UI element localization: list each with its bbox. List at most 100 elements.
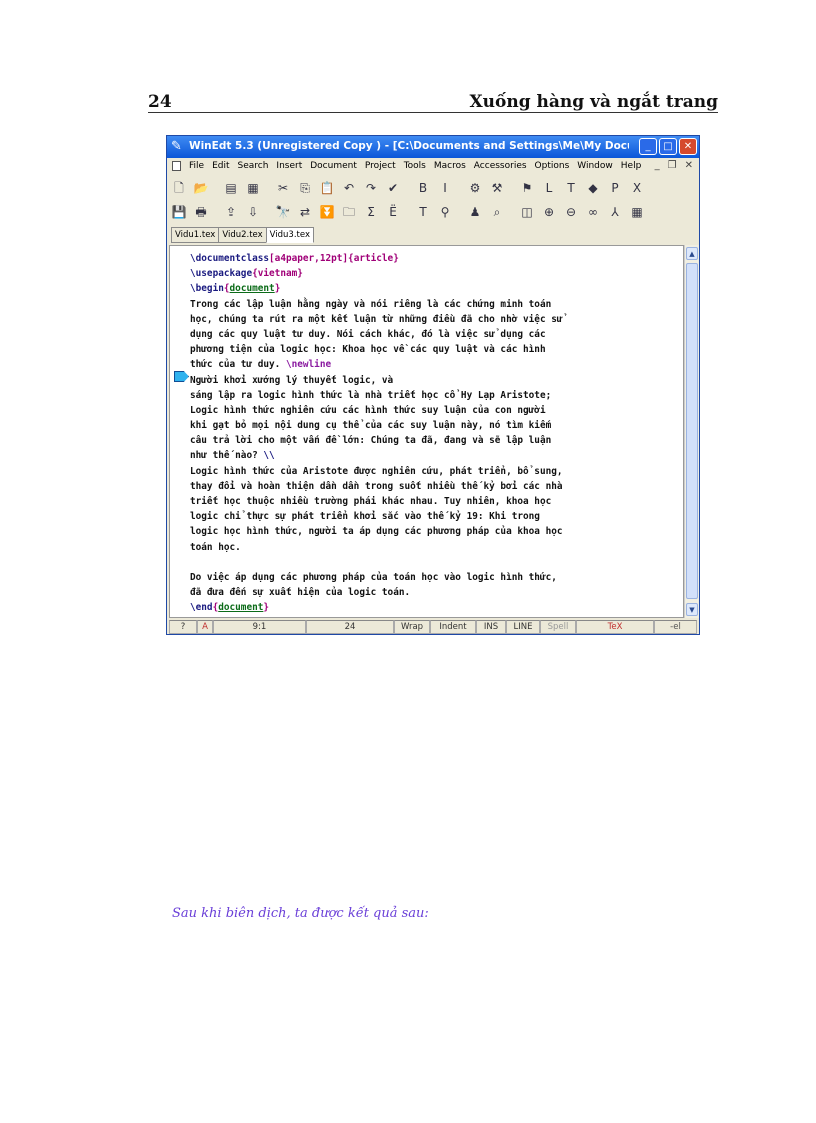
status-help[interactable]: ? xyxy=(169,620,197,634)
code-line[interactable]: Người khởi xướng lý thuyết logic, và xyxy=(190,373,563,388)
menu-item-project[interactable]: Project xyxy=(365,161,396,171)
status-line-mode[interactable]: LINE xyxy=(506,620,540,634)
vertical-scrollbar[interactable]: ▲ ▼ xyxy=(684,245,699,618)
code-line[interactable]: đã đưa đến sự xuất hiện của logic toán. xyxy=(190,585,563,600)
scroll-down-arrow-icon[interactable]: ▼ xyxy=(686,603,698,616)
document-menu-icon[interactable] xyxy=(172,161,181,171)
mdi-restore-button[interactable]: ❐ xyxy=(668,160,677,171)
code-line[interactable]: câu trả lời cho một vấn đề lớn: Chúng ta… xyxy=(190,433,563,448)
code-line[interactable]: Logic hình thức nghiên cứu các hình thức… xyxy=(190,403,563,418)
cut-icon[interactable]: ✂ xyxy=(275,180,291,196)
scroll-thumb[interactable] xyxy=(686,263,698,599)
menu-item-tools[interactable]: Tools xyxy=(404,161,426,171)
print-icon[interactable]: 🖶 xyxy=(193,204,209,220)
acrobat-icon[interactable]: ⅄ xyxy=(607,204,623,220)
menu-item-search[interactable]: Search xyxy=(238,161,269,171)
paste-icon[interactable]: 📋 xyxy=(319,180,335,196)
menu-item-edit[interactable]: Edit xyxy=(212,161,229,171)
sigma-icon[interactable]: Σ xyxy=(363,204,379,220)
code-line[interactable]: phương tiện của logic học: Khoa học về c… xyxy=(190,342,563,357)
undo-icon[interactable]: ↶ xyxy=(341,180,357,196)
code-line[interactable]: \begin{document} xyxy=(190,281,563,296)
compile-icon[interactable]: ⚑ xyxy=(519,180,535,196)
import-icon[interactable]: ⇩ xyxy=(245,204,261,220)
open-folder-icon[interactable]: 📂 xyxy=(193,180,209,196)
typewriter-icon[interactable]: T xyxy=(415,204,431,220)
replace-icon[interactable]: ⇄ xyxy=(297,204,313,220)
code-line[interactable]: dụng các quy luật tư duy. Nói cách khác,… xyxy=(190,327,563,342)
minimize-button[interactable]: _ xyxy=(639,138,657,155)
tab-vidu1-tex[interactable]: Vidu1.tex xyxy=(171,227,219,243)
spellcheck-icon[interactable]: ✔ xyxy=(385,180,401,196)
document-check-icon[interactable]: ▦ xyxy=(245,180,261,196)
redo-icon[interactable]: ↷ xyxy=(363,180,379,196)
scroll-up-arrow-icon[interactable]: ▲ xyxy=(686,247,698,260)
menu-item-macros[interactable]: Macros xyxy=(434,161,466,171)
code-line[interactable]: Trong các lập luận hằng ngày và nói riên… xyxy=(190,297,563,312)
code-line[interactable]: học, chúng ta rút ra một kết luận từ nhữ… xyxy=(190,312,563,327)
tab-vidu3-tex[interactable]: Vidu3.tex xyxy=(265,227,314,243)
status-ins[interactable]: INS xyxy=(476,620,506,634)
new-file-icon[interactable]: 🗋 xyxy=(171,180,187,196)
copy-icon[interactable]: ⎘ xyxy=(297,180,313,196)
status-indent[interactable]: Indent xyxy=(430,620,476,634)
winedt-app-icon[interactable]: ✎ xyxy=(171,139,182,154)
mdi-close-button[interactable]: ✕ xyxy=(685,160,693,171)
accent-icon[interactable]: Ë xyxy=(385,204,401,220)
menu-item-accessories[interactable]: Accessories xyxy=(474,161,527,171)
settings-icon[interactable]: ⚙ xyxy=(467,180,483,196)
code-line[interactable]: logic chỉ thực sự phát triển khởi sắc và… xyxy=(190,509,563,524)
folder-icon[interactable]: 🗀 xyxy=(341,204,357,220)
code-line[interactable]: thức của tư duy. \newline xyxy=(190,357,563,372)
export-icon[interactable]: ⇪ xyxy=(223,204,239,220)
code-line[interactable]: toán học. xyxy=(190,540,563,555)
latex-icon[interactable]: L xyxy=(541,180,557,196)
source-code[interactable]: \documentclass[a4paper,12pt]{article} \us… xyxy=(190,251,563,616)
filter-icon[interactable]: ⏬ xyxy=(319,204,335,220)
globe-icon[interactable]: ⚲ xyxy=(437,204,453,220)
menu-item-options[interactable]: Options xyxy=(535,161,570,171)
code-line[interactable]: sáng lập ra logic hình thức là nhà triết… xyxy=(190,388,563,403)
bold-icon[interactable]: B xyxy=(415,180,431,196)
status-wrap[interactable]: Wrap xyxy=(394,620,430,634)
code-line[interactable]: \end{document} xyxy=(190,600,563,615)
code-line[interactable]: \usepackage{vietnam} xyxy=(190,266,563,281)
pdftex-icon[interactable]: X xyxy=(629,180,645,196)
tools-icon[interactable]: ⚒ xyxy=(489,180,505,196)
code-line[interactable]: Logic hình thức của Aristote được nghiên… xyxy=(190,464,563,479)
user-icon[interactable]: ♟ xyxy=(467,204,483,220)
mdi-minimize-button[interactable]: _ xyxy=(655,160,660,171)
zoom-icon[interactable]: ⊕ xyxy=(541,204,557,220)
tex-icon[interactable]: T xyxy=(563,180,579,196)
code-line[interactable]: Do việc áp dụng các phương pháp của toán… xyxy=(190,570,563,585)
code-line[interactable]: triết học thuộc nhiều trường phái khác n… xyxy=(190,494,563,509)
code-line[interactable]: logic học hình thức, người ta áp dụng cá… xyxy=(190,524,563,539)
find-icon[interactable]: 🔭 xyxy=(275,204,291,220)
grid-icon[interactable]: ▦ xyxy=(629,204,645,220)
code-line[interactable]: khi gạt bỏ mọi nội dung cụ thể của các s… xyxy=(190,418,563,433)
menu-item-file[interactable]: File xyxy=(189,161,204,171)
view-icon[interactable]: ◫ xyxy=(519,204,535,220)
menu-item-window[interactable]: Window xyxy=(577,161,613,171)
close-button[interactable]: ✕ xyxy=(679,138,697,155)
maximize-button[interactable]: □ xyxy=(659,138,677,155)
title-bar[interactable]: ✎ WinEdt 5.3 (Unregistered Copy ) - [C:\… xyxy=(167,136,699,158)
menu-item-insert[interactable]: Insert xyxy=(276,161,302,171)
status-tex[interactable]: TeX xyxy=(576,620,654,634)
code-line[interactable]: \documentclass[a4paper,12pt]{article} xyxy=(190,251,563,266)
tab-vidu2-tex[interactable]: Vidu2.tex xyxy=(218,227,266,243)
bookmark-marker-icon[interactable] xyxy=(174,371,189,382)
dvi-icon[interactable]: ◆ xyxy=(585,180,601,196)
zoom-out-icon[interactable]: ⊖ xyxy=(563,204,579,220)
code-line[interactable]: như thế nào? \\ xyxy=(190,448,563,463)
code-line[interactable]: thay đổi và hoàn thiện dần dần trong suố… xyxy=(190,479,563,494)
italic-icon[interactable]: I xyxy=(437,180,453,196)
editor-pane[interactable]: \documentclass[a4paper,12pt]{article} \us… xyxy=(169,245,684,618)
menu-item-help[interactable]: Help xyxy=(621,161,642,171)
code-line[interactable] xyxy=(190,555,563,570)
status-spell[interactable]: Spell xyxy=(540,620,576,634)
document-icon[interactable]: ▤ xyxy=(223,180,239,196)
link-icon[interactable]: ∞ xyxy=(585,204,601,220)
menu-item-document[interactable]: Document xyxy=(310,161,357,171)
save-icon[interactable]: 💾 xyxy=(171,204,187,220)
